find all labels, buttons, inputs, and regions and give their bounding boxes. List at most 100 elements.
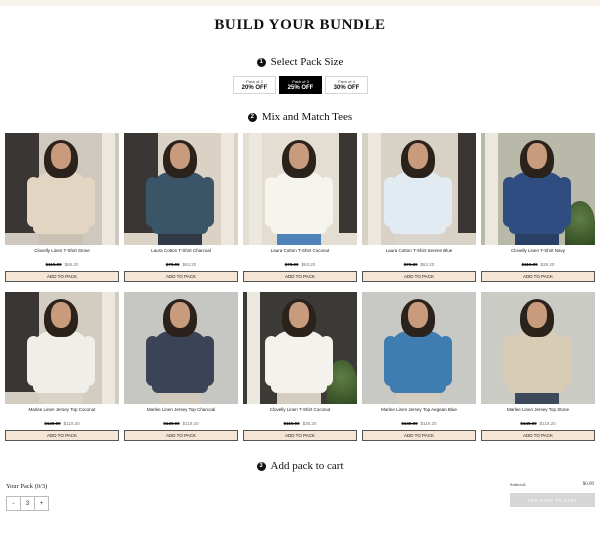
product-image[interactable] bbox=[5, 292, 119, 404]
subtotal-label: Subtotal: bbox=[510, 482, 527, 487]
product-image[interactable] bbox=[481, 292, 595, 404]
add-to-pack-button[interactable]: ADD TO PACK bbox=[481, 271, 595, 282]
quantity-value[interactable]: 3 bbox=[20, 496, 35, 511]
product-original-price: $79.00 bbox=[284, 262, 299, 267]
model-face bbox=[527, 302, 547, 328]
pack-option-3[interactable]: Pack of 3 25% OFF bbox=[279, 76, 322, 94]
product-card: Laura Cotton T-Shirt Coconut $79.00 $63.20… bbox=[243, 133, 357, 282]
product-sale-price: $119.20 bbox=[420, 421, 437, 426]
product-name[interactable]: Marlee Linen Jersey Top Stone bbox=[481, 407, 595, 413]
photo-column bbox=[102, 133, 115, 245]
model-face bbox=[170, 302, 190, 328]
product-name[interactable]: Laura Cotton T-Shirt Charcoal bbox=[124, 248, 238, 254]
step-2-label: Mix and Match Tees bbox=[261, 111, 353, 123]
photo-column bbox=[485, 133, 498, 245]
model-shirt bbox=[152, 331, 208, 393]
add-to-pack-button[interactable]: ADD TO PACK bbox=[481, 430, 595, 441]
step-1-number: 1 bbox=[256, 57, 266, 67]
product-image[interactable] bbox=[243, 133, 357, 245]
product-original-price: $149.00 bbox=[163, 421, 180, 426]
model-face bbox=[289, 143, 309, 169]
add-to-pack-button[interactable]: ADD TO PACK bbox=[243, 430, 357, 441]
photo-column bbox=[247, 292, 260, 404]
subtotal-value: $0.00 bbox=[582, 482, 594, 487]
product-sale-price: $63.20 bbox=[182, 262, 197, 267]
product-card: Laura Cotton T-Shirt Serene Blue $79.00 $6… bbox=[362, 133, 476, 282]
your-pack-label: Your Pack bbox=[6, 483, 33, 490]
model-face bbox=[51, 143, 71, 169]
add-to-pack-button[interactable]: ADD TO PACK bbox=[124, 271, 238, 282]
product-sale-price: $63.20 bbox=[420, 262, 435, 267]
product-price: $79.00 $63.20 bbox=[243, 262, 357, 268]
product-sale-price: $35.20 bbox=[540, 262, 555, 267]
product-price: $149.00 $119.20 bbox=[5, 421, 119, 427]
increment-button[interactable]: + bbox=[34, 496, 49, 511]
add-to-pack-button[interactable]: ADD TO PACK bbox=[362, 271, 476, 282]
product-price: $115.00 $35.20 bbox=[481, 262, 595, 268]
pack-option-discount: 30% OFF bbox=[333, 84, 360, 91]
product-image[interactable] bbox=[124, 292, 238, 404]
photo-window bbox=[458, 133, 476, 233]
product-price: $115.00 $65.20 bbox=[5, 262, 119, 268]
product-image[interactable] bbox=[481, 133, 595, 245]
pack-option-discount: 25% OFF bbox=[287, 84, 314, 91]
top-bar bbox=[0, 0, 600, 6]
product-price: $149.00 $119.20 bbox=[481, 421, 595, 427]
model-shirt bbox=[390, 331, 446, 393]
page-title: BUILD YOUR BUNDLE bbox=[214, 17, 386, 33]
product-card: Marlee Linen Jersey Top Charcoal $149.00 $… bbox=[124, 292, 238, 441]
product-sale-price: $119.20 bbox=[182, 421, 199, 426]
product-name[interactable]: Marlee Linen Jersey Top Coconut bbox=[5, 407, 119, 413]
model-face bbox=[289, 302, 309, 328]
product-image[interactable] bbox=[124, 133, 238, 245]
product-card: Laura Cotton T-Shirt Charcoal $79.00 $63.2… bbox=[124, 133, 238, 282]
product-name[interactable]: Marlee Linen Jersey Top Aegean Blue bbox=[362, 407, 476, 413]
pack-option-discount: 20% OFF bbox=[241, 84, 268, 91]
add-to-pack-button[interactable]: ADD TO PACK bbox=[362, 430, 476, 441]
product-sale-price: $63.20 bbox=[301, 262, 316, 267]
photo-column bbox=[368, 133, 381, 245]
product-price: $149.00 $119.20 bbox=[362, 421, 476, 427]
step-1-heading: 1 Select Pack Size bbox=[0, 56, 600, 68]
product-original-price: $149.00 bbox=[520, 421, 537, 426]
add-to-pack-button[interactable]: ADD TO PACK bbox=[5, 271, 119, 282]
photo-column bbox=[102, 292, 115, 404]
model-shirt bbox=[271, 331, 327, 393]
product-name[interactable]: Laura Cotton T-Shirt Coconut bbox=[243, 248, 357, 254]
step-2-heading: 2 Mix and Match Tees bbox=[0, 111, 600, 123]
product-name[interactable]: Marlee Linen Jersey Top Charcoal bbox=[124, 407, 238, 413]
product-card: Clovelly Linen T-Shirt Navy $115.00 $35.20… bbox=[481, 133, 595, 282]
product-name[interactable]: Clovelly Linen T-Shirt Coconut bbox=[243, 407, 357, 413]
pack-option-2[interactable]: Pack of 2 20% OFF bbox=[233, 76, 276, 94]
add-to-pack-button[interactable]: ADD TO PACK bbox=[5, 430, 119, 441]
product-original-price: $115.00 bbox=[45, 262, 62, 267]
product-name[interactable]: Laura Cotton T-Shirt Serene Blue bbox=[362, 248, 476, 254]
product-price: $79.00 $63.20 bbox=[124, 262, 238, 268]
product-original-price: $149.00 bbox=[44, 421, 61, 426]
add-to-pack-button[interactable]: ADD TO PACK bbox=[243, 271, 357, 282]
model-shirt bbox=[33, 172, 89, 234]
product-name[interactable]: Clovelly Linen T-Shirt Navy bbox=[481, 248, 595, 254]
decrement-button[interactable]: - bbox=[6, 496, 21, 511]
product-original-price: $149.00 bbox=[401, 421, 418, 426]
add-pack-to-cart-button[interactable]: ADD PACK TO CART bbox=[510, 493, 595, 507]
product-card: Marlee Linen Jersey Top Aegean Blue $149.… bbox=[362, 292, 476, 441]
product-image[interactable] bbox=[362, 133, 476, 245]
product-image[interactable] bbox=[362, 292, 476, 404]
model-shirt bbox=[33, 331, 89, 393]
add-to-pack-button[interactable]: ADD TO PACK bbox=[124, 430, 238, 441]
product-sale-price: $119.20 bbox=[63, 421, 80, 426]
model-face bbox=[51, 302, 71, 328]
product-name[interactable]: Clovelly Linen T-Shirt Stone bbox=[5, 248, 119, 254]
model-shirt bbox=[390, 172, 446, 234]
pack-quantity-stepper: - 3 + bbox=[6, 496, 49, 511]
photo-window bbox=[339, 133, 357, 233]
model-shirt bbox=[509, 172, 565, 234]
product-sale-price: $35.20 bbox=[302, 421, 317, 426]
step-3-heading: 3 Add pack to cart bbox=[0, 460, 600, 472]
product-image[interactable] bbox=[5, 133, 119, 245]
your-pack-count: (0/3) bbox=[34, 483, 48, 490]
pack-option-4[interactable]: Pack of 4 30% OFF bbox=[325, 76, 368, 94]
product-image[interactable] bbox=[243, 292, 357, 404]
photo-column bbox=[249, 133, 262, 245]
